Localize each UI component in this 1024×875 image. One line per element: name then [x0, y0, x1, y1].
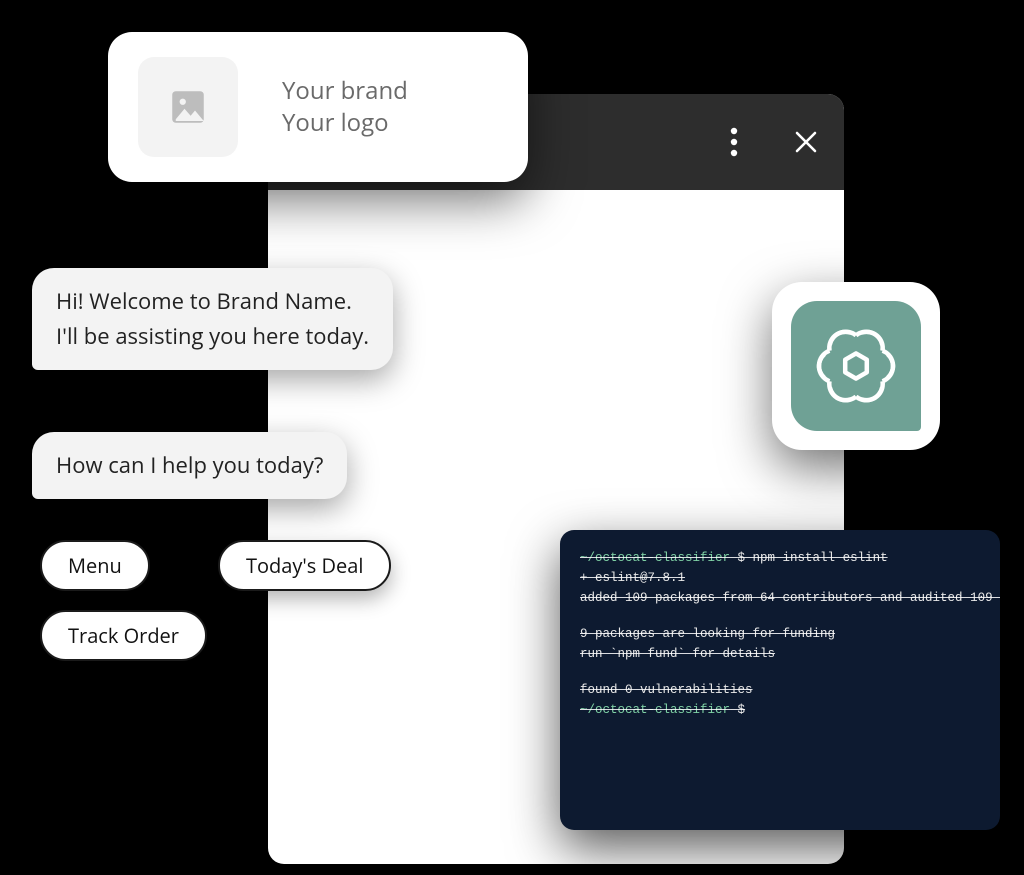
- chat-bubble: How can I help you today?: [32, 432, 347, 499]
- terminal-line: + eslint@7.8.1: [580, 568, 980, 588]
- stage: ne: [0, 0, 1024, 875]
- terminal-line: 9 packages are looking for funding: [580, 624, 980, 644]
- terminal-line: ~/octocat-classifier $: [580, 700, 980, 720]
- chat-bubble: Hi! Welcome to Brand Name.I'll be assist…: [32, 268, 393, 370]
- image-placeholder-icon: [138, 57, 238, 157]
- close-icon[interactable]: [786, 122, 826, 162]
- terminal-line: added 109 packages from 64 contributors …: [580, 588, 980, 608]
- brand-text: Your brand Your logo: [282, 75, 408, 140]
- brand-line-2: Your logo: [282, 107, 408, 139]
- terminal-line: found 0 vulnerabilities: [580, 680, 980, 700]
- brand-line-1: Your brand: [282, 75, 408, 107]
- ai-provider-badge: [772, 282, 940, 450]
- brand-card: Your brand Your logo: [108, 32, 528, 182]
- quick-reply-menu[interactable]: Menu: [40, 540, 150, 591]
- more-icon[interactable]: [714, 122, 754, 162]
- terminal-window: ~/octocat-classifier $ npm install eslin…: [560, 530, 1000, 830]
- terminal-line: run `npm fund` for details: [580, 644, 980, 664]
- chat-header-actions: [714, 122, 826, 162]
- quick-reply-todays-deal[interactable]: Today's Deal: [218, 540, 391, 591]
- openai-logo-icon: [791, 301, 921, 431]
- terminal-line: ~/octocat-classifier $ npm install eslin…: [580, 548, 980, 568]
- quick-reply-track-order[interactable]: Track Order: [40, 610, 207, 661]
